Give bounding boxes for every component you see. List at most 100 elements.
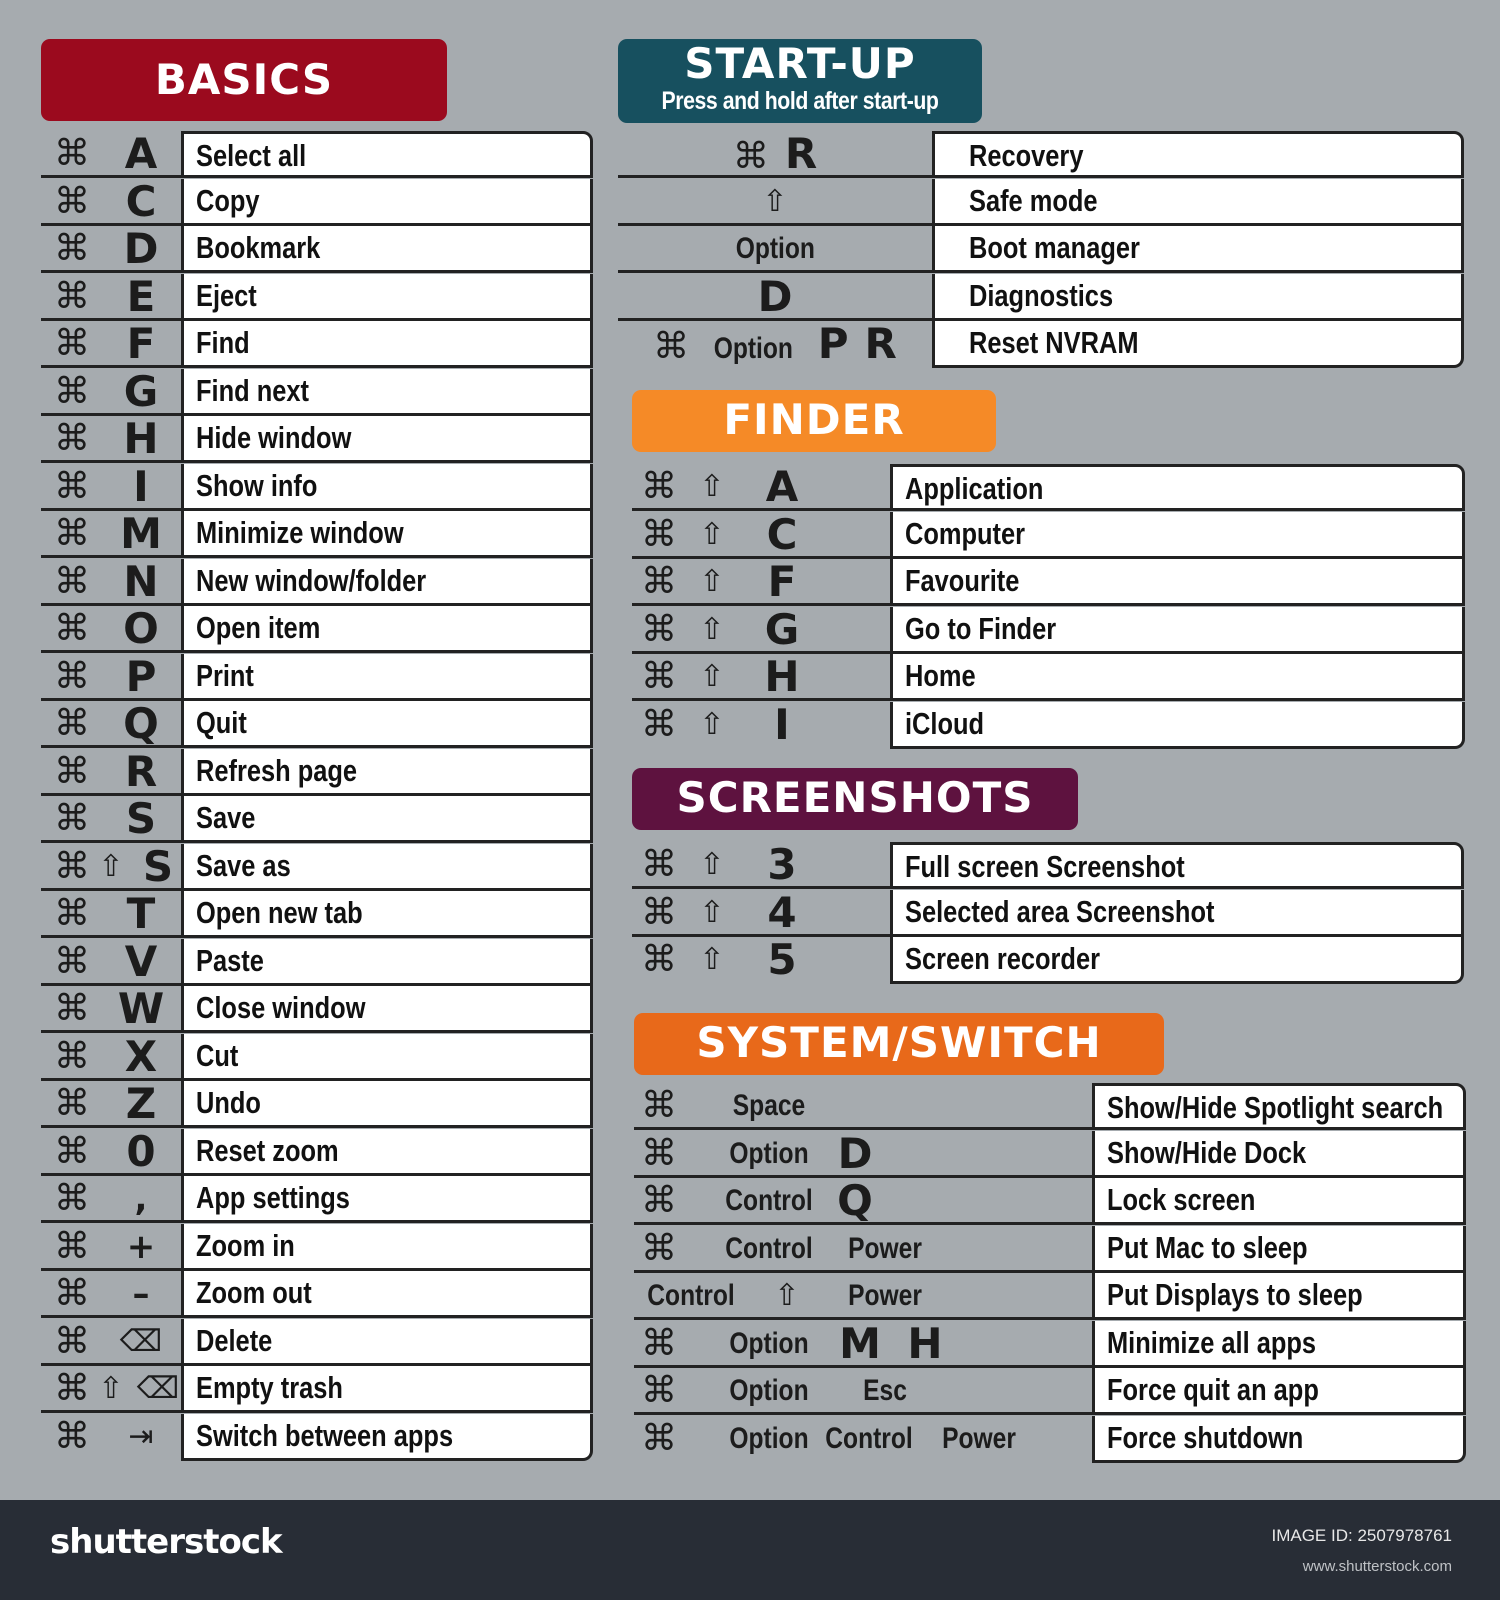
- command-icon: ⌘: [54, 228, 90, 269]
- key-combo: ⌘ R: [41, 748, 181, 796]
- basics-shortcut-row: ⌘ S Save: [41, 796, 593, 843]
- action-label: Safe mode: [969, 182, 1098, 218]
- key-label: 5: [767, 935, 797, 984]
- screenshots-shortcut-row: ⌘ ⇧ 3 Full screen Screenshot: [632, 842, 1464, 889]
- command-icon: ⌘: [54, 655, 90, 697]
- key-combo: ⌘ G: [41, 368, 181, 416]
- screenshots-title: SCREENSHOTS: [676, 773, 1034, 822]
- basics-header: BASICS: [41, 39, 447, 121]
- command-icon: ⌘: [54, 703, 90, 744]
- delete-key-icon: ⌫: [119, 1323, 163, 1359]
- finder-shortcut-row: ⌘ ⇧ F Favourite: [632, 559, 1465, 606]
- key-label: 0: [126, 1126, 156, 1176]
- key-combo: ⌘ Q: [41, 701, 181, 748]
- key-option: Option: [735, 232, 815, 265]
- action-label: Selected area Screenshot: [905, 893, 1215, 929]
- shortcut-action: Eject: [181, 273, 593, 321]
- action-label: Cut: [196, 1037, 239, 1073]
- basics-shortcut-row: ⌘ O Open item: [41, 606, 593, 653]
- key-power: Power: [848, 1279, 922, 1312]
- shift-icon: ⇧: [699, 706, 725, 742]
- key-combo: ⌘ ⇧ C: [632, 509, 890, 559]
- basics-shortcut-row: ⌘ H Hide window: [41, 416, 593, 463]
- basics-shortcut-row: ⌘ M Minimize window: [41, 511, 593, 558]
- key-combo: ⌘ Option M H: [634, 1320, 1092, 1368]
- startup-shortcut-row: Option Boot manager: [618, 226, 1464, 273]
- key-label: 4: [767, 887, 797, 937]
- command-icon: ⌘: [54, 988, 90, 1029]
- key-label: S: [142, 841, 174, 891]
- system-shortcut-row: ⌘ Space Show/Hide Spotlight search: [634, 1083, 1466, 1130]
- command-icon: ⌘: [54, 1320, 90, 1362]
- shortcut-action: Minimize all apps: [1092, 1320, 1466, 1368]
- basics-shortcut-row: ⌘ D Bookmark: [41, 226, 593, 273]
- command-icon: ⌘: [54, 893, 90, 934]
- shortcut-action: Open item: [181, 606, 593, 653]
- action-label: Print: [196, 657, 254, 693]
- shortcut-action: Quit: [181, 701, 593, 748]
- shortcut-action: Home: [890, 654, 1465, 701]
- shortcut-action: Open new tab: [181, 891, 593, 938]
- basics-shortcut-row: ⌘ N New window/folder: [41, 558, 593, 606]
- shortcut-action: Zoom in: [181, 1223, 593, 1271]
- shortcut-action: New window/folder: [181, 558, 593, 606]
- shortcut-action: Show/Hide Spotlight search: [1092, 1083, 1466, 1130]
- action-label: Switch between apps: [196, 1417, 454, 1453]
- key-combo: ⇧: [618, 179, 932, 226]
- shortcut-action: Recovery: [932, 131, 1464, 178]
- key-combo: ⌘ T: [41, 891, 181, 938]
- shortcut-action: Undo: [181, 1081, 593, 1128]
- action-label: Put Mac to sleep: [1107, 1229, 1308, 1265]
- command-icon: ⌘: [641, 1132, 677, 1174]
- command-icon: ⌘: [54, 370, 90, 412]
- system-shortcut-row: Control ⇧ Power Put Displays to sleep: [634, 1273, 1466, 1320]
- shortcut-action: Screen recorder: [890, 937, 1464, 984]
- site-url: www.shutterstock.com: [1302, 1558, 1452, 1575]
- command-icon: ⌘: [641, 1370, 677, 1411]
- system-shortcut-row: ⌘ Option D Show/Hide Dock: [634, 1130, 1466, 1178]
- command-icon: ⌘: [54, 798, 90, 839]
- key-label: C: [766, 509, 798, 559]
- shortcut-action: Hide window: [181, 416, 593, 463]
- screenshots-shortcut-row: ⌘ ⇧ 5 Screen recorder: [632, 937, 1464, 984]
- command-icon: ⌘: [641, 891, 677, 933]
- action-label: Refresh page: [196, 752, 358, 788]
- basics-shortcut-row: ⌘ ⇧ ⌫ Empty trash: [41, 1366, 593, 1413]
- key-label: X: [124, 1031, 158, 1081]
- action-label: Quit: [196, 705, 247, 740]
- action-label: Copy: [196, 182, 260, 218]
- shortcut-action: Reset zoom: [181, 1128, 593, 1176]
- shortcut-action: Find: [181, 321, 593, 368]
- key-label: A: [124, 129, 158, 178]
- command-icon: ⌘: [641, 844, 677, 885]
- screenshots-table: ⌘ ⇧ 3 Full screen Screenshot ⌘ ⇧ 4 Selected are…: [632, 842, 1464, 985]
- key-combo: Option: [618, 226, 932, 273]
- key-label: S: [125, 794, 157, 843]
- shortcut-action: Select all: [181, 131, 593, 178]
- shortcut-action: Lock screen: [1092, 1178, 1466, 1225]
- key-combo: ⌘,: [41, 1176, 181, 1223]
- startup-shortcut-row: ⇧ Safe mode: [618, 178, 1464, 226]
- key-label: R: [784, 129, 818, 178]
- key-control: Control: [647, 1279, 735, 1312]
- shortcut-action: Put Mac to sleep: [1092, 1225, 1466, 1273]
- key-power: Power: [848, 1231, 922, 1265]
- system-shortcut-row: ⌘ Option Esc Force quit an app: [634, 1368, 1466, 1415]
- shortcut-action: Empty trash: [181, 1366, 593, 1413]
- key-combo: ⌘ D: [41, 226, 181, 273]
- command-icon: ⌘: [54, 323, 90, 364]
- basics-shortcut-row: ⌘ ⌫ Delete: [41, 1318, 593, 1366]
- shortcut-action: Go to Finder: [890, 606, 1465, 654]
- action-label: Application: [905, 471, 1044, 506]
- startup-title: START-UP: [684, 39, 916, 88]
- key-label: M: [120, 509, 162, 558]
- action-label: Diagnostics: [969, 277, 1114, 313]
- command-icon: ⌘: [641, 703, 677, 745]
- action-label: Open new tab: [196, 895, 363, 930]
- command-icon: ⌘: [641, 1227, 677, 1269]
- action-label: Undo: [196, 1085, 261, 1120]
- command-icon: ⌘: [641, 656, 677, 697]
- action-label: Recovery: [969, 138, 1084, 173]
- key-combo: D: [618, 273, 932, 321]
- command-icon: ⌘: [54, 845, 90, 887]
